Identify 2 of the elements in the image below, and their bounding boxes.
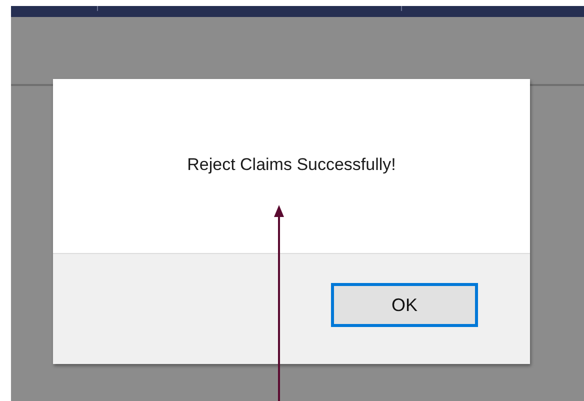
dialog-message: Reject Claims Successfully!	[187, 155, 396, 175]
ok-button[interactable]: OK	[331, 283, 478, 327]
